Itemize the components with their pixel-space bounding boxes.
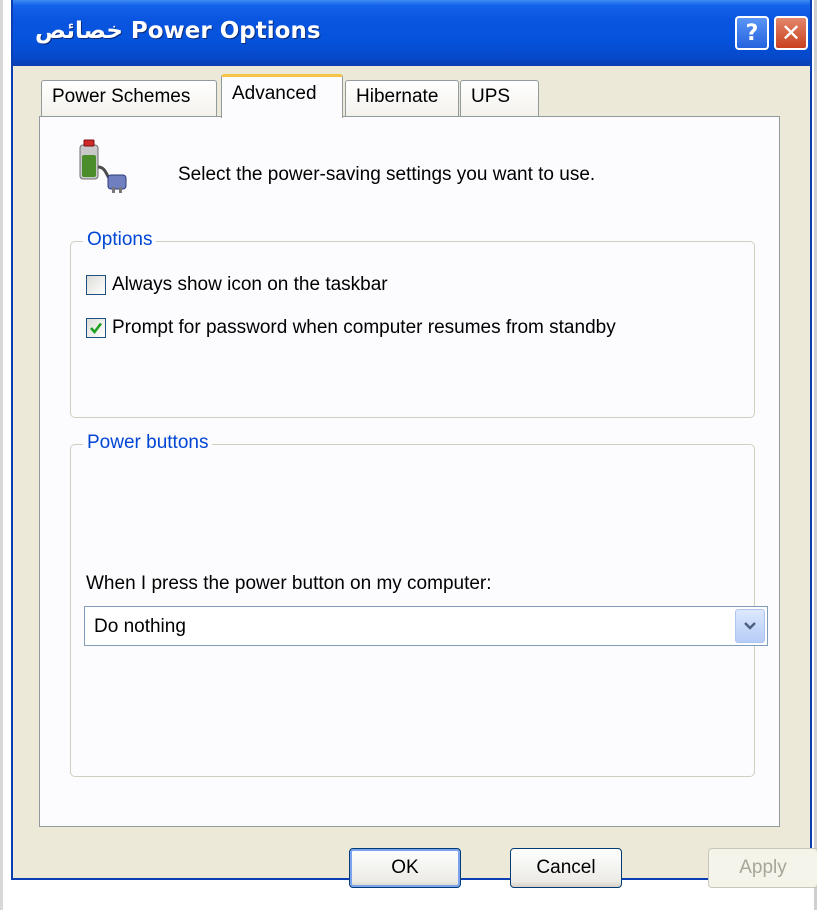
background-edge-left [0,0,3,910]
power-buttons-legend: Power buttons [83,432,213,454]
apply-button[interactable]: Apply [708,848,817,888]
tab-hibernate[interactable]: Hibernate [345,80,459,116]
power-buttons-group: Power buttons When I press the power but… [70,432,768,777]
close-icon: ✕ [780,19,802,47]
advanced-tab-panel: Select the power-saving settings you wan… [39,116,780,827]
power-options-dialog: خصائص Power Options ? ✕ Power Schemes Ad… [11,0,817,888]
tab-advanced[interactable]: Advanced [221,74,343,118]
close-button[interactable]: ✕ [774,16,808,50]
tab-ups[interactable]: UPS [460,80,539,116]
cancel-button[interactable]: Cancel [510,848,622,888]
title-bar[interactable]: خصائص Power Options ? ✕ [13,0,810,66]
prompt-password-row[interactable]: Prompt for password when computer resume… [86,317,616,339]
help-button[interactable]: ? [735,16,769,50]
tab-power-schemes[interactable]: Power Schemes [41,80,217,116]
ok-button[interactable]: OK [349,848,461,888]
always-show-icon-checkbox[interactable] [86,275,106,295]
power-button-action-label: When I press the power button on my comp… [86,573,492,594]
always-show-icon-row[interactable]: Always show icon on the taskbar [86,274,388,296]
prompt-password-label[interactable]: Prompt for password when computer resume… [112,317,616,339]
power-plug-battery-icon [70,137,130,197]
options-group: Options Always show icon on the taskbar … [70,229,755,418]
prompt-password-checkbox[interactable] [86,318,106,338]
always-show-icon-label[interactable]: Always show icon on the taskbar [112,274,388,296]
power-button-action-value: Do nothing [94,616,186,637]
dropdown-arrow-button[interactable] [735,609,765,643]
power-button-action-select[interactable]: Do nothing [84,606,768,646]
checkmark-icon [90,322,103,335]
advanced-description: Select the power-saving settings you wan… [178,164,596,185]
help-icon: ? [745,20,759,46]
options-legend: Options [83,229,157,251]
chevron-down-icon [744,622,756,630]
window-title: خصائص Power Options [35,18,321,44]
